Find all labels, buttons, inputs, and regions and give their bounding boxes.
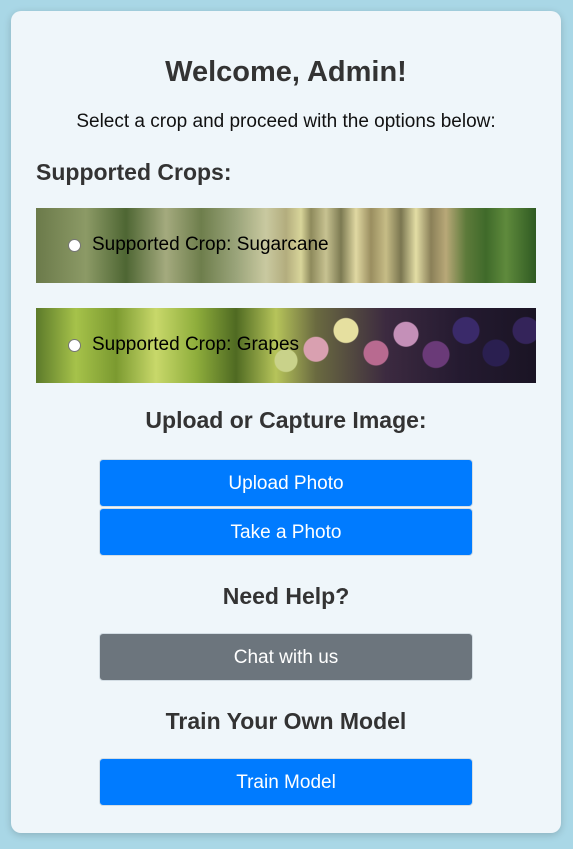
train-model-button[interactable]: Train Model [99, 758, 473, 806]
crop-option-sugarcane[interactable]: Supported Crop: Sugarcane [36, 208, 536, 283]
chat-button[interactable]: Chat with us [99, 633, 473, 681]
crop-label-sugarcane: Supported Crop: Sugarcane [92, 234, 329, 255]
train-heading: Train Your Own Model [165, 708, 407, 734]
crop-radio-label-sugarcane[interactable]: Supported Crop: Sugarcane [68, 234, 329, 256]
crop-radio-label-grapes[interactable]: Supported Crop: Grapes [68, 334, 299, 356]
page-subtitle: Select a crop and proceed with the optio… [76, 111, 496, 132]
crop-radio-grapes[interactable] [68, 338, 81, 352]
upload-heading: Upload or Capture Image: [145, 407, 427, 433]
take-photo-button[interactable]: Take a Photo [99, 508, 473, 556]
crop-radio-sugarcane[interactable] [68, 238, 81, 252]
help-heading: Need Help? [222, 583, 350, 609]
main-card: Welcome, Admin! Select a crop and procee… [11, 11, 561, 833]
upload-photo-button[interactable]: Upload Photo [99, 459, 473, 507]
crop-option-grapes[interactable]: Supported Crop: Grapes [36, 308, 536, 383]
page-title: Welcome, Admin! [165, 56, 407, 88]
crop-label-grapes: Supported Crop: Grapes [92, 334, 300, 355]
supported-crops-heading: Supported Crops: [36, 159, 232, 185]
